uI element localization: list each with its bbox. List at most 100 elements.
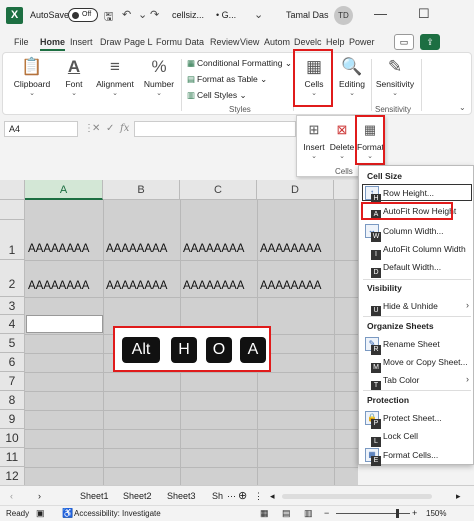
redo-icon[interactable]: ↷ bbox=[150, 8, 159, 21]
clipboard-button[interactable]: 📋 Clipboard ⌄ bbox=[11, 55, 53, 97]
sheet-tab-2[interactable]: Sheet2 bbox=[123, 491, 152, 501]
chevron-right-icon[interactable]: › bbox=[38, 491, 41, 501]
column-width-item[interactable]: Column Width... bbox=[383, 226, 443, 236]
tab-power[interactable]: Power bbox=[349, 37, 375, 47]
row-header-12[interactable]: 12 bbox=[0, 467, 25, 485]
row-header-10[interactable]: 10 bbox=[0, 429, 25, 448]
tab-review[interactable]: Review bbox=[210, 37, 240, 47]
chevron-left-icon[interactable]: ‹ bbox=[10, 491, 13, 501]
chevron-down-icon[interactable]: ⌄ bbox=[138, 8, 147, 21]
undo-icon[interactable]: ↶ bbox=[122, 8, 131, 21]
page-break-icon[interactable]: ▥ bbox=[304, 508, 313, 519]
tab-file[interactable]: File bbox=[14, 37, 29, 47]
page-layout-icon[interactable]: ▤ bbox=[282, 508, 291, 519]
row-header[interactable] bbox=[0, 200, 25, 220]
comments-icon[interactable]: ▭ bbox=[394, 34, 414, 50]
normal-view-icon[interactable]: ▦ bbox=[260, 508, 269, 519]
font-button[interactable]: A Font ⌄ bbox=[59, 55, 89, 97]
name-box[interactable]: A4 bbox=[4, 121, 78, 137]
format-as-table-button[interactable]: ▤ Format as Table ⌄ bbox=[187, 74, 267, 85]
row-header-6[interactable]: 6 bbox=[0, 353, 25, 372]
sheet-tab-4[interactable]: Sh bbox=[212, 491, 223, 501]
tab-formulas[interactable]: Formu bbox=[156, 37, 182, 47]
move-copy-sheet-item[interactable]: Move or Copy Sheet... bbox=[383, 357, 468, 367]
tab-page-layout[interactable]: Page L bbox=[124, 37, 153, 47]
chevron-down-icon[interactable]: ⌄ bbox=[254, 8, 263, 21]
autosave-toggle[interactable]: Off bbox=[68, 8, 98, 22]
row-header-8[interactable]: 8 bbox=[0, 391, 25, 410]
save-icon[interactable]: 🖫 bbox=[104, 8, 113, 27]
tab-help[interactable]: Help bbox=[326, 37, 345, 47]
tab-insert[interactable]: Insert bbox=[70, 37, 93, 47]
number-button[interactable]: % Number ⌄ bbox=[141, 55, 177, 97]
row-header-9[interactable]: 9 bbox=[0, 410, 25, 429]
select-all-corner[interactable] bbox=[0, 180, 25, 200]
row-header-3[interactable]: 3 bbox=[0, 297, 25, 315]
tab-color-item[interactable]: Tab Color bbox=[383, 375, 419, 385]
cell-d1[interactable]: AAAAAAAA bbox=[260, 243, 321, 255]
editing-button[interactable]: 🔍 Editing ⌄ bbox=[335, 55, 369, 97]
accessibility-status[interactable]: Accessibility: Investigate bbox=[74, 509, 161, 518]
zoom-out-icon[interactable]: − bbox=[324, 508, 329, 518]
delete-button[interactable]: ⊠ Delete ⌄ bbox=[329, 118, 355, 160]
sheet-tab-3[interactable]: Sheet3 bbox=[167, 491, 196, 501]
tab-developer[interactable]: Develc bbox=[294, 37, 322, 47]
format-cells-item[interactable]: Format Cells... bbox=[383, 450, 438, 460]
scroll-left-icon[interactable]: ◂ bbox=[270, 491, 275, 502]
maximize-button[interactable]: ☐ bbox=[418, 6, 430, 22]
sheet-tab-1[interactable]: Sheet1 bbox=[80, 491, 109, 501]
protect-sheet-item[interactable]: Protect Sheet... bbox=[383, 413, 442, 423]
cell-d2[interactable]: AAAAAAAA bbox=[260, 280, 321, 292]
tab-home[interactable]: Home bbox=[40, 37, 66, 51]
column-header-e[interactable] bbox=[334, 180, 358, 200]
column-header-a[interactable]: A bbox=[25, 180, 103, 200]
cell-styles-button[interactable]: ▥ Cell Styles ⌄ bbox=[187, 90, 247, 101]
zoom-in-icon[interactable]: + bbox=[412, 508, 417, 518]
zoom-slider-thumb[interactable] bbox=[396, 509, 399, 518]
rename-sheet-item[interactable]: Rename Sheet bbox=[383, 339, 440, 349]
default-width-item[interactable]: Default Width... bbox=[383, 262, 441, 272]
tab-data[interactable]: Data bbox=[185, 37, 204, 47]
cell-b2[interactable]: AAAAAAAA bbox=[106, 280, 167, 292]
chevron-down-icon[interactable]: ⌄ bbox=[459, 103, 466, 112]
avatar[interactable]: TD bbox=[334, 6, 353, 25]
more-sheets-icon[interactable]: ⋯ bbox=[227, 491, 236, 502]
row-header-1[interactable]: 1 bbox=[0, 220, 25, 260]
row-header-4[interactable]: 4 bbox=[0, 315, 25, 334]
insert-button[interactable]: ⊞ Insert ⌄ bbox=[301, 118, 327, 160]
row-header-5[interactable]: 5 bbox=[0, 334, 25, 353]
cell-a4-active[interactable] bbox=[26, 315, 103, 333]
alignment-button[interactable]: ≡ Alignment ⌄ bbox=[95, 55, 135, 97]
column-header-c[interactable]: C bbox=[180, 180, 257, 200]
sensitivity-button[interactable]: ✎ Sensitivity ⌄ bbox=[375, 55, 415, 97]
tab-automate[interactable]: Autom bbox=[264, 37, 290, 47]
cell-a1[interactable]: AAAAAAAA bbox=[28, 243, 89, 255]
share-icon[interactable]: ⇪ bbox=[420, 34, 440, 50]
zoom-level[interactable]: 150% bbox=[426, 509, 446, 518]
accessibility-icon[interactable]: ♿ bbox=[62, 508, 73, 519]
row-header-11[interactable]: 11 bbox=[0, 448, 25, 467]
cell-c1[interactable]: AAAAAAAA bbox=[183, 243, 244, 255]
column-header-d[interactable]: D bbox=[257, 180, 334, 200]
tab-view[interactable]: View bbox=[240, 37, 259, 47]
row-header-7[interactable]: 7 bbox=[0, 372, 25, 391]
add-sheet-icon[interactable]: ⊕ bbox=[238, 489, 247, 502]
fx-icon[interactable]: fx bbox=[120, 123, 129, 134]
row-height-item[interactable]: Row Height... bbox=[383, 188, 434, 198]
lock-cell-item[interactable]: Lock Cell bbox=[383, 431, 418, 441]
cell-a2[interactable]: AAAAAAAA bbox=[28, 280, 89, 292]
tab-draw[interactable]: Draw bbox=[100, 37, 121, 47]
conditional-formatting-button[interactable]: ▦ Conditional Formatting ⌄ bbox=[187, 58, 292, 69]
scroll-right-icon[interactable]: ▸ bbox=[456, 491, 461, 502]
column-header-b[interactable]: B bbox=[103, 180, 180, 200]
autofit-column-width-item[interactable]: AutoFit Column Width bbox=[383, 244, 466, 254]
macro-icon[interactable]: ▣ bbox=[36, 508, 45, 519]
cell-b1[interactable]: AAAAAAAA bbox=[106, 243, 167, 255]
row-header-2[interactable]: 2 bbox=[0, 260, 25, 297]
cell-c2[interactable]: AAAAAAAA bbox=[183, 280, 244, 292]
hide-unhide-item[interactable]: Hide & Unhide bbox=[383, 301, 438, 311]
horizontal-scrollbar[interactable] bbox=[282, 494, 432, 499]
check-icon[interactable]: ✓ bbox=[106, 123, 114, 134]
file-name[interactable]: cellsiz... bbox=[172, 10, 204, 20]
cancel-icon[interactable]: ✕ bbox=[92, 123, 100, 134]
